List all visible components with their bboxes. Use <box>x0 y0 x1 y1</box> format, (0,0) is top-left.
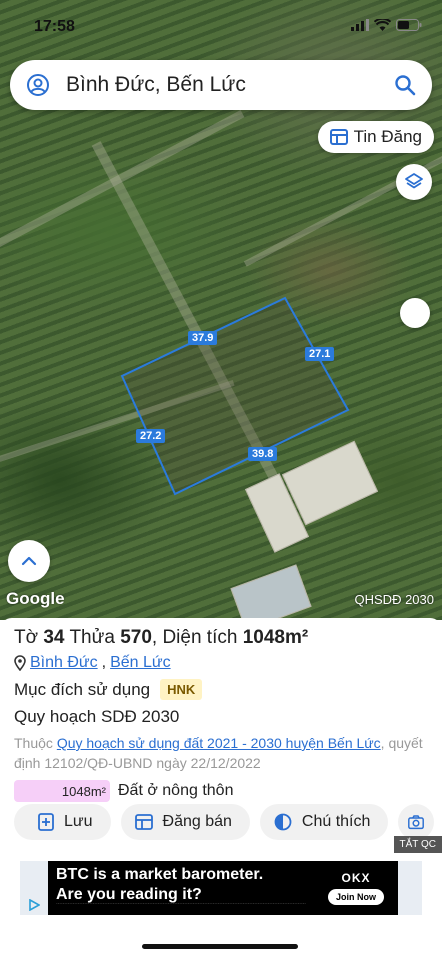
layers-icon <box>405 173 423 189</box>
contrast-icon <box>274 813 292 831</box>
satellite-map[interactable]: 37.9 27.1 27.2 39.8 17:58 Bình Đức, Bến … <box>0 0 442 620</box>
plan-description: Thuộc Quy hoạch sử dụng đất 2021 - 2030 … <box>14 733 428 773</box>
ad-copy: BTC is a market barometer. Are you readi… <box>48 861 314 915</box>
edge-length-label: 39.8 <box>248 447 278 461</box>
parcel-title: Tờ 34 Thửa 570, Diện tích 1048m² <box>14 626 428 650</box>
status-icons <box>351 19 422 31</box>
tin-dang-label: Tin Đăng <box>353 127 422 146</box>
expand-panel-button[interactable] <box>8 540 50 582</box>
sheet-number: 34 <box>43 627 65 648</box>
legend-label: Chú thích <box>301 813 371 830</box>
battery-icon <box>396 19 422 31</box>
land-purpose-row: Mục đích sử dụng HNK <box>14 679 428 700</box>
camera-button[interactable] <box>398 804 435 840</box>
ad-banner[interactable]: BTC is a market barometer. Are you readi… <box>20 861 422 915</box>
land-purpose-code: HNK <box>160 679 203 700</box>
save-button[interactable]: Lưu <box>14 804 111 840</box>
search-bar[interactable]: Bình Đức, Bến Lức <box>10 60 432 110</box>
sheet-prefix: Tờ <box>14 627 39 648</box>
tin-dang-button[interactable]: Tin Đăng <box>317 121 434 153</box>
zone-row: 1048m² Đất ở nông thôn <box>14 780 428 802</box>
zone-area-chip: 1048m² <box>14 780 110 802</box>
parcel-location: Bình Đức, Bến Lức <box>14 654 428 672</box>
post-sale-button[interactable]: Đăng bán <box>120 804 250 840</box>
commune-link[interactable]: Bình Đức <box>30 654 98 672</box>
ad-cta-button[interactable]: Join Now <box>328 889 384 905</box>
ad-brand-logo: OKX <box>341 871 371 885</box>
map-slider-handle[interactable] <box>400 298 430 328</box>
location-separator: , <box>101 654 107 671</box>
listing-icon <box>134 814 153 830</box>
parcel-info-panel: Tờ 34 Thửa 570, Diện tích 1048m² Bình Đứ… <box>0 618 442 858</box>
listing-icon <box>329 129 348 145</box>
google-logo: Google <box>6 589 65 608</box>
save-label: Lưu <box>64 813 93 830</box>
camera-icon <box>408 815 425 830</box>
map-layer-label: QHSDĐ 2030 <box>354 592 434 607</box>
status-bar: 17:58 <box>0 0 442 50</box>
land-purpose-label: Mục đích sử dụng <box>14 679 151 699</box>
ad-choices-icon <box>29 899 40 911</box>
close-ad-button[interactable]: TẮT QC <box>393 836 442 853</box>
wifi-icon <box>374 19 391 31</box>
edge-length-label: 37.9 <box>188 331 218 345</box>
zone-label: Đất ở nông thôn <box>118 782 234 799</box>
ad-info[interactable] <box>20 861 48 915</box>
ad-brand-block: OKX Join Now <box>314 861 398 915</box>
area-prefix: , Diện tích <box>151 627 238 648</box>
parcel-area: 1048m² <box>242 627 309 648</box>
post-sale-label: Đăng bán <box>162 813 232 830</box>
plot-number: 570 <box>120 627 152 648</box>
ad-edge <box>398 861 422 915</box>
district-link[interactable]: Bến Lức <box>110 654 171 672</box>
action-bar: Lưu Đăng bán Chú thích <box>14 804 435 840</box>
plot-prefix: Thửa <box>69 627 115 648</box>
plan-title: Quy hoạch SDĐ 2030 <box>14 707 180 726</box>
ad-fine-print: …………………………………………………………………………………………………………… <box>56 900 306 906</box>
plan-link[interactable]: Quy hoạch sử dụng đất 2021 - 2030 huyện … <box>57 735 381 751</box>
edge-length-label: 27.1 <box>305 347 335 361</box>
edge-length-label: 27.2 <box>136 429 166 443</box>
bookmark-add-icon <box>38 813 54 831</box>
account-icon[interactable] <box>26 73 50 97</box>
layers-button[interactable] <box>396 164 432 200</box>
chevron-up-icon <box>21 556 37 566</box>
search-icon[interactable] <box>394 74 416 96</box>
home-indicator <box>142 944 298 949</box>
legend-button[interactable]: Chú thích <box>259 804 389 840</box>
ad-headline-1: BTC is a market barometer. <box>56 866 264 883</box>
location-pin-icon <box>14 655 26 671</box>
status-time: 17:58 <box>34 18 75 35</box>
plan-desc-prefix: Thuộc <box>14 735 53 751</box>
cellular-signal-icon <box>351 19 369 31</box>
search-query[interactable]: Bình Đức, Bến Lức <box>66 73 394 97</box>
